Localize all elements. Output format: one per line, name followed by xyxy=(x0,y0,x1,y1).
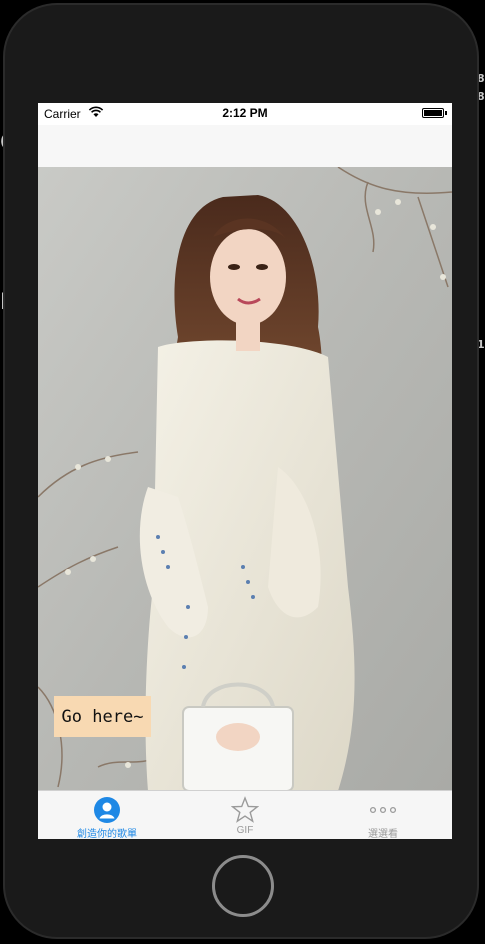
go-here-label[interactable]: Go here~ xyxy=(54,696,151,737)
tab-bar: 創造你的歌單 GIF 選選看 xyxy=(38,790,452,839)
navigation-bar xyxy=(38,125,452,168)
tab-create-playlist-label: 創造你的歌單 xyxy=(77,829,137,839)
tab-pick[interactable]: 選選看 xyxy=(314,791,452,839)
screen: Carrier 2:12 PM Go here~ 創造你的歌單 GIF 選選看 xyxy=(38,103,452,839)
more-dots-icon xyxy=(369,806,397,814)
model-photo: Go here~ xyxy=(38,167,452,791)
tab-pick-label: 選選看 xyxy=(368,829,398,839)
battery-icon xyxy=(422,108,444,118)
tab-create-playlist[interactable]: 創造你的歌單 xyxy=(38,791,176,839)
battery-tip xyxy=(445,111,447,115)
tab-gif[interactable]: GIF xyxy=(176,791,314,839)
status-time: 2:12 PM xyxy=(222,106,268,120)
person-icon xyxy=(94,797,120,823)
status-bar: Carrier 2:12 PM xyxy=(38,103,452,125)
device-frame: G RT 8 8 18 Carrier 2:12 PM xyxy=(0,0,485,944)
tab-gif-label: GIF xyxy=(236,825,254,836)
star-icon xyxy=(231,796,259,823)
home-button[interactable] xyxy=(212,855,274,917)
